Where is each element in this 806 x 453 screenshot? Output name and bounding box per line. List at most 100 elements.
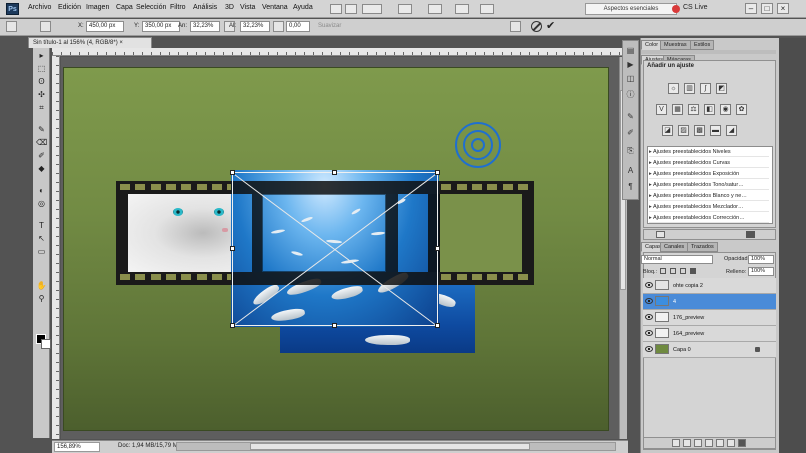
delete-layer-icon[interactable] bbox=[738, 439, 746, 447]
posterize-icon[interactable]: ▨ bbox=[678, 125, 689, 136]
link-layers-icon[interactable] bbox=[672, 439, 680, 447]
hand-tool-icon[interactable]: ✋ bbox=[36, 280, 47, 291]
transform-handle-bottom-right[interactable] bbox=[435, 323, 440, 328]
blend-mode-select[interactable]: Normal bbox=[641, 255, 713, 264]
menu-ayuda[interactable]: Ayuda bbox=[293, 4, 313, 11]
layer-row[interactable]: ohte copia 2 bbox=[643, 278, 776, 294]
photo-filter-icon[interactable]: ◉ bbox=[720, 104, 731, 115]
lock-pixels-icon[interactable] bbox=[670, 268, 676, 274]
menu-analisis[interactable]: Análisis bbox=[193, 4, 217, 11]
menu-edicion[interactable]: Edición bbox=[58, 4, 81, 11]
layer-name[interactable]: Capa 0 bbox=[673, 347, 691, 353]
tab-paths[interactable]: Trazados bbox=[687, 242, 718, 252]
screen-mode-icon[interactable] bbox=[428, 4, 442, 14]
color-balance-icon[interactable]: ⚖ bbox=[688, 104, 699, 115]
layer-name[interactable]: ohte copia 2 bbox=[673, 283, 703, 289]
layer-row[interactable]: 176_preview bbox=[643, 310, 776, 326]
cancel-transform-icon[interactable] bbox=[531, 21, 542, 32]
curves-icon[interactable]: ∫ bbox=[700, 83, 711, 94]
quick-select-tool-icon[interactable]: ✣ bbox=[36, 89, 47, 100]
menu-vista[interactable]: Vista bbox=[240, 4, 255, 11]
preset-hue-saturation[interactable]: Ajustes preestablecidos Tono/satur… bbox=[649, 181, 769, 190]
marquee-tool-icon[interactable]: ⬚ bbox=[36, 63, 47, 74]
tool-presets-icon[interactable]: ✎ bbox=[626, 112, 635, 121]
channel-mixer-icon[interactable]: ✿ bbox=[736, 104, 747, 115]
tool-preset-icon[interactable] bbox=[6, 21, 17, 32]
transform-handle-left[interactable] bbox=[230, 246, 235, 251]
layer-row[interactable]: 164_preview bbox=[643, 326, 776, 342]
adjustment-trash-icon[interactable] bbox=[746, 231, 755, 238]
preset-exposure[interactable]: Ajustes preestablecidos Exposición bbox=[649, 170, 769, 179]
horizontal-scrollbar-thumb[interactable] bbox=[250, 443, 530, 450]
transform-handle-bottom[interactable] bbox=[332, 323, 337, 328]
visibility-eye-icon[interactable] bbox=[645, 330, 653, 336]
type-tool-icon[interactable]: T bbox=[36, 220, 47, 231]
maximize-button[interactable]: □ bbox=[761, 3, 773, 14]
document-tab[interactable]: Sin título-1 al 156% (4, RGB/8*) × bbox=[28, 37, 152, 48]
bridge-icon[interactable] bbox=[330, 4, 342, 14]
add-mask-icon[interactable] bbox=[694, 439, 702, 447]
crop-tool-icon[interactable]: ⌗ bbox=[36, 102, 47, 113]
fill-field[interactable]: 100% bbox=[748, 267, 774, 276]
menu-imagen[interactable]: Imagen bbox=[86, 4, 109, 11]
zoom-tool-icon[interactable]: ⚲ bbox=[36, 293, 47, 304]
zoom-level-dropdown[interactable] bbox=[362, 4, 382, 14]
commit-transform-icon[interactable]: ✔ bbox=[546, 19, 555, 32]
actions-panel-icon[interactable]: ▶ bbox=[626, 60, 635, 69]
new-adjustment-icon[interactable] bbox=[705, 439, 713, 447]
transform-handle-right[interactable] bbox=[435, 246, 440, 251]
reference-point-icon[interactable] bbox=[40, 21, 51, 32]
dodge-tool-icon[interactable]: ◐ bbox=[36, 185, 47, 196]
exposure-icon[interactable]: ◩ bbox=[716, 83, 727, 94]
transform-handle-top[interactable] bbox=[332, 170, 337, 175]
visibility-eye-icon[interactable] bbox=[645, 314, 653, 320]
threshold-icon[interactable]: ▩ bbox=[694, 125, 705, 136]
lock-transparency-icon[interactable] bbox=[660, 268, 666, 274]
move-tool-icon[interactable]: ▸ bbox=[36, 50, 47, 61]
menu-capa[interactable]: Capa bbox=[116, 4, 133, 11]
tab-swatches[interactable]: Muestras bbox=[660, 40, 691, 50]
preset-channel-mixer[interactable]: Ajustes preestablecidos Mezclador… bbox=[649, 203, 769, 212]
layer-name[interactable]: 176_preview bbox=[673, 315, 704, 321]
menu-ventana[interactable]: Ventana bbox=[262, 4, 288, 11]
preset-selective-color[interactable]: Ajustes preestablecidos Corrección… bbox=[649, 214, 769, 223]
height-field[interactable]: 32,23% bbox=[240, 21, 270, 32]
transform-handle-top-left[interactable] bbox=[230, 170, 235, 175]
background-color-swatch[interactable] bbox=[41, 339, 51, 349]
new-layer-icon[interactable] bbox=[727, 439, 735, 447]
extras-icon[interactable] bbox=[455, 4, 469, 14]
minibridge-icon[interactable] bbox=[345, 4, 357, 14]
cs-live-menu[interactable]: CS Live bbox=[683, 4, 708, 11]
vibrance-icon[interactable]: V bbox=[656, 104, 667, 115]
zoom-level-field[interactable]: 156,89% bbox=[54, 442, 100, 452]
y-position-field[interactable]: 350,00 px bbox=[142, 21, 180, 32]
clip-layer-icon[interactable] bbox=[656, 231, 665, 238]
close-tab-icon[interactable]: × bbox=[119, 40, 123, 46]
history-brush-tool-icon[interactable]: ◆ bbox=[36, 163, 47, 174]
layer-name[interactable]: 164_preview bbox=[673, 331, 704, 337]
visibility-eye-icon[interactable] bbox=[645, 282, 653, 288]
visibility-eye-icon[interactable] bbox=[645, 298, 653, 304]
invert-icon[interactable]: ◪ bbox=[662, 125, 673, 136]
new-group-icon[interactable] bbox=[716, 439, 724, 447]
visibility-eye-icon[interactable] bbox=[645, 346, 653, 352]
lasso-tool-icon[interactable]: ʘ bbox=[36, 76, 47, 87]
angle-field[interactable]: 0,00 bbox=[286, 21, 310, 32]
view-options-icon[interactable] bbox=[480, 4, 494, 14]
preset-curves[interactable]: Ajustes preestablecidos Curvas bbox=[649, 159, 769, 168]
arrange-documents-icon[interactable] bbox=[398, 4, 412, 14]
minimize-button[interactable]: – bbox=[745, 3, 757, 14]
paragraph-panel-icon[interactable]: ¶ bbox=[626, 182, 635, 191]
tab-channels[interactable]: Canales bbox=[660, 242, 689, 252]
tab-color[interactable]: Color bbox=[641, 40, 663, 50]
black-white-icon[interactable]: ◧ bbox=[704, 104, 715, 115]
preset-black-white[interactable]: Ajustes preestablecidos Blanco y ne… bbox=[649, 192, 769, 201]
vertical-ruler[interactable] bbox=[52, 56, 60, 439]
lock-position-icon[interactable] bbox=[680, 268, 686, 274]
navigator-panel-icon[interactable]: ◫ bbox=[626, 74, 635, 83]
menu-3d[interactable]: 3D bbox=[225, 4, 234, 11]
brightness-icon[interactable]: ☼ bbox=[668, 83, 679, 94]
x-position-field[interactable]: 450,00 px bbox=[86, 21, 124, 32]
layer-row[interactable]: Capa 0 bbox=[643, 342, 776, 358]
path-select-tool-icon[interactable]: ↖ bbox=[36, 233, 47, 244]
